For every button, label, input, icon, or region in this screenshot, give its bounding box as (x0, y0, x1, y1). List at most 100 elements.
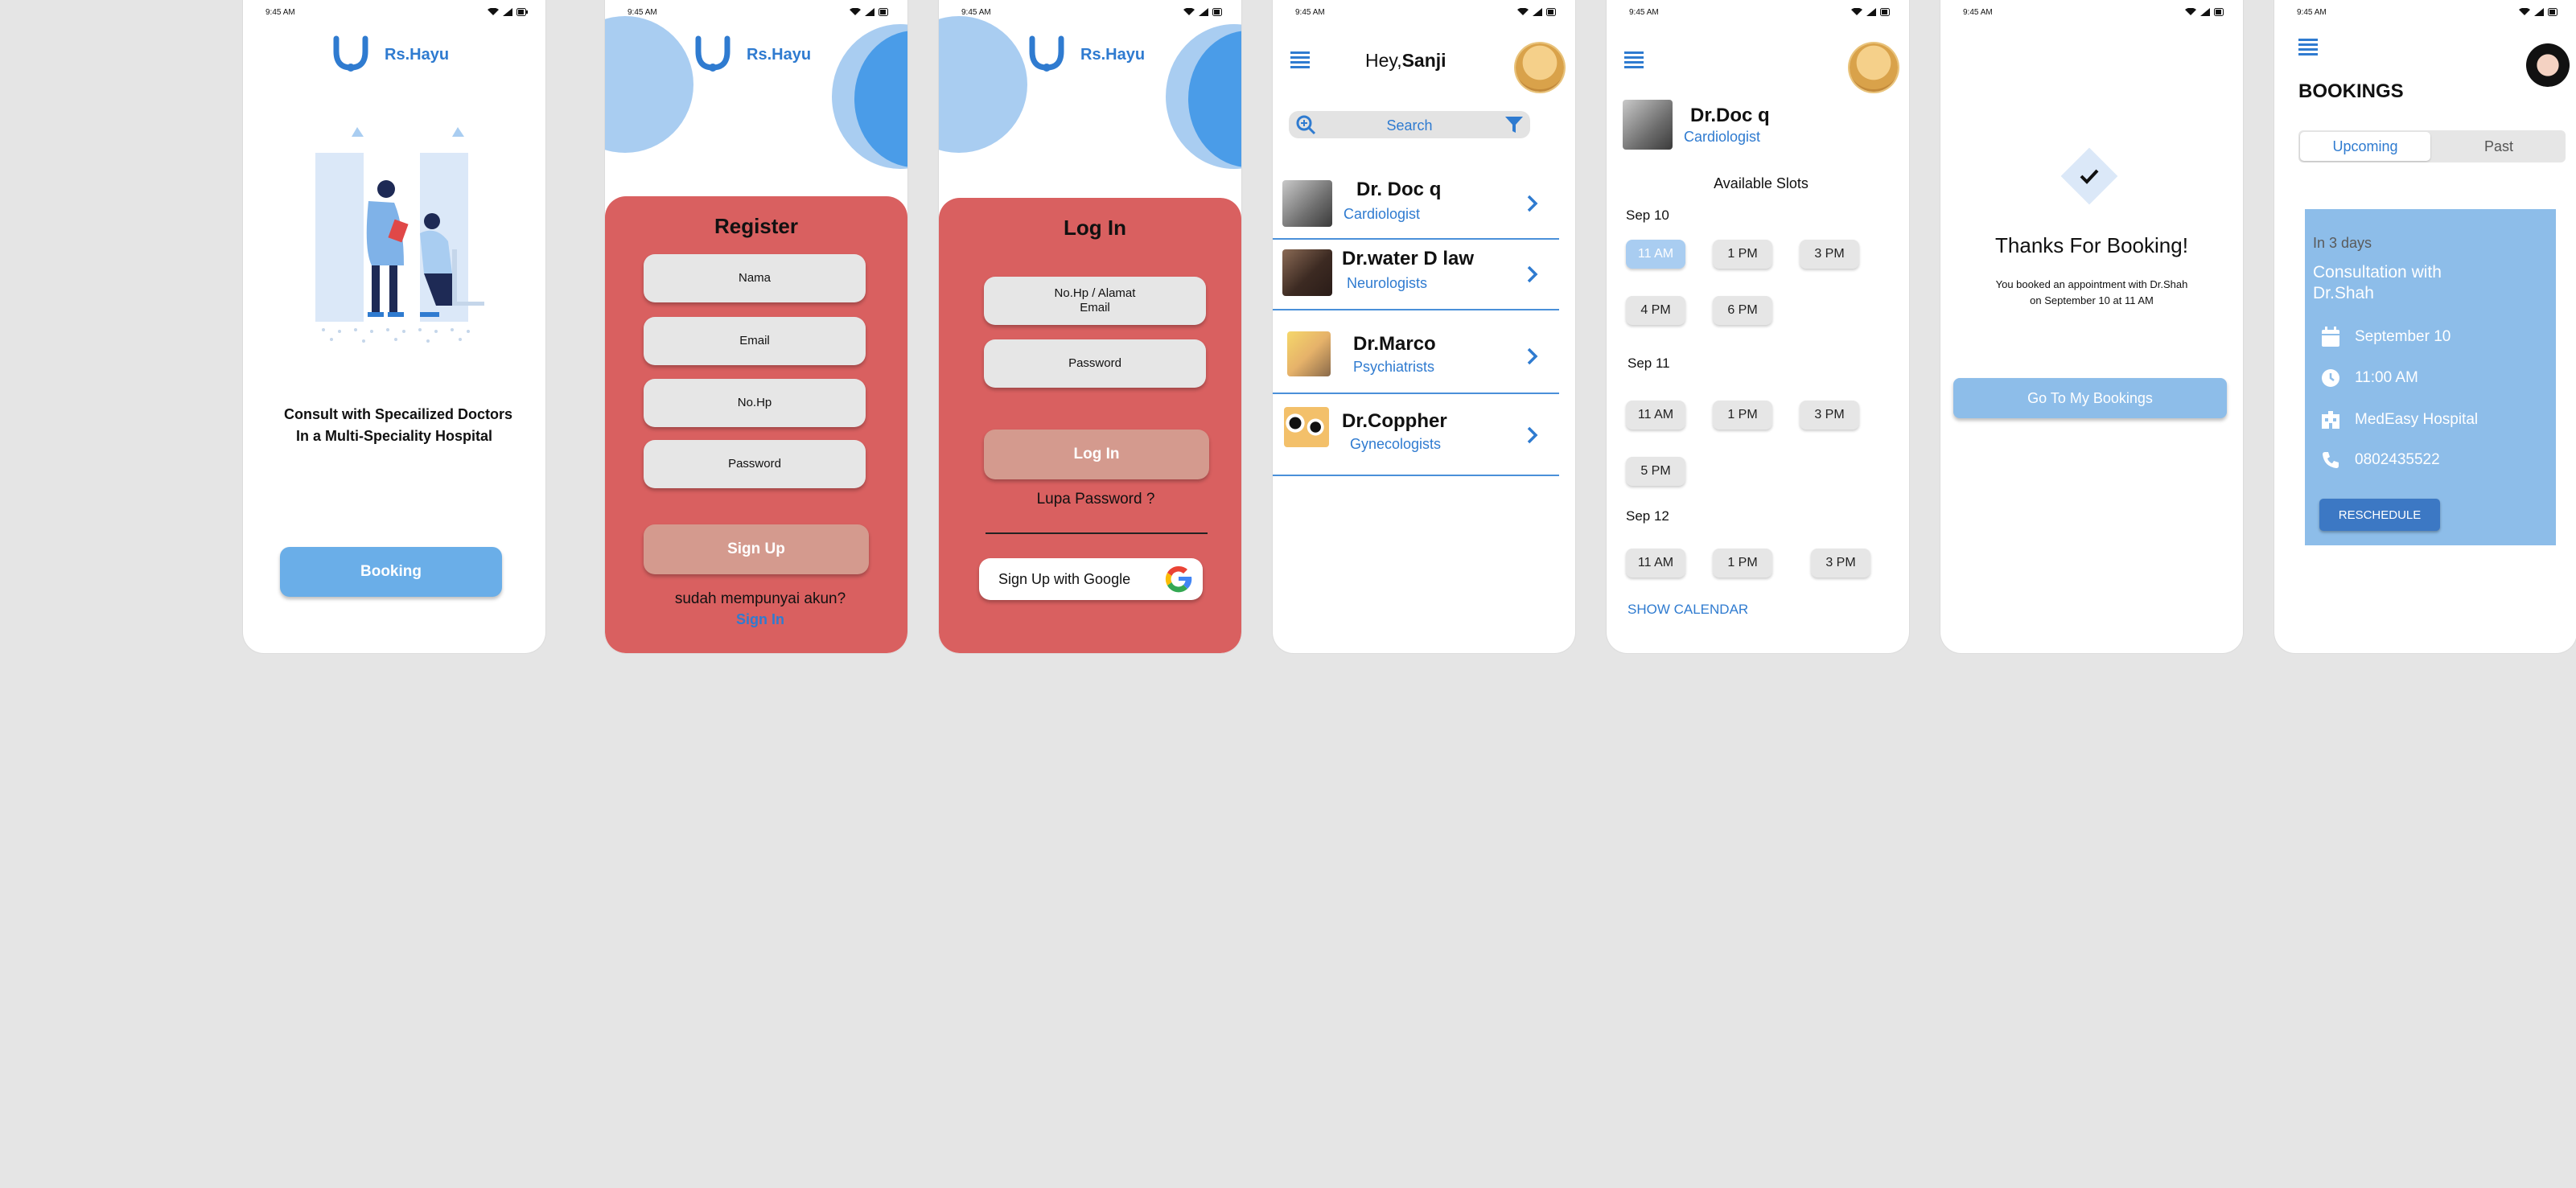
phone-field[interactable]: No.Hp (644, 379, 866, 427)
brand-name: Rs.Hayu (385, 45, 450, 64)
headline-line-1: Consult with Specailized Doctors (283, 406, 513, 422)
booking-phone: 0802435522 (2355, 451, 2440, 468)
tab-upcoming[interactable]: Upcoming (2300, 132, 2430, 161)
slot-pill[interactable]: 3 PM (1800, 401, 1859, 430)
booking-card: In 3 days Consultation with Dr.Shah Sept… (2305, 209, 2556, 545)
battery-icon (1212, 8, 1222, 16)
booking-hospital-row: MedEasy Hospital (2321, 410, 2478, 430)
success-badge (2060, 147, 2118, 205)
doctor-avatar (1623, 100, 1673, 150)
doctor-name: Dr.Doc q (1690, 105, 1770, 126)
chevron-right-icon[interactable] (1527, 195, 1538, 212)
menu-icon[interactable] (2298, 39, 2318, 56)
signal-icon (2534, 8, 2544, 16)
tab-past[interactable]: Past (2432, 132, 2566, 161)
thanks-screen: 9:45 AM Thanks For Booking! You booked a… (1940, 0, 2243, 653)
google-signup-button[interactable]: Sign Up with Google (979, 558, 1203, 600)
login-screen: 9:45 AM Rs.Hayu Log In No.Hp / Alamat Em… (939, 0, 1241, 653)
slot-pill[interactable]: 3 PM (1811, 549, 1870, 578)
phone-email-field[interactable]: No.Hp / Alamat Email (984, 277, 1206, 325)
slot-pill[interactable]: 4 PM (1626, 296, 1685, 325)
booking-consultation: Consultation with Dr.Shah (2313, 262, 2442, 304)
status-time: 9:45 AM (628, 8, 657, 17)
password-field[interactable]: Password (644, 440, 866, 488)
slot-pill[interactable]: 1 PM (1713, 240, 1772, 269)
menu-icon[interactable] (1624, 51, 1644, 69)
signup-button[interactable]: Sign Up (644, 524, 869, 574)
email-field[interactable]: Email (644, 317, 866, 365)
slot-pill[interactable]: 1 PM (1713, 401, 1772, 430)
name-field[interactable]: Nama (644, 254, 866, 302)
slot-pill[interactable]: 3 PM (1800, 240, 1859, 269)
doctor-row-2[interactable]: Dr.water D law Neurologists (1273, 240, 1559, 310)
status-time: 9:45 AM (961, 8, 991, 17)
booking-hospital: MedEasy Hospital (2355, 411, 2479, 428)
stethoscope-icon (333, 35, 368, 72)
doctor-specialty: Cardiologist (1344, 206, 1421, 222)
filter-icon[interactable] (1504, 115, 1524, 134)
profile-avatar[interactable] (2524, 39, 2572, 87)
consultation-line-2: Dr.Shah (2313, 284, 2374, 302)
status-time: 9:45 AM (1963, 8, 1993, 17)
doctor-row-1[interactable]: Dr. Doc q Cardiologist (1273, 169, 1559, 240)
menu-icon[interactable] (1290, 51, 1310, 69)
stethoscope-icon (1029, 35, 1064, 72)
go-to-bookings-button[interactable]: Go To My Bookings (1953, 378, 2227, 418)
status-icons (2185, 8, 2225, 16)
show-calendar-link[interactable]: SHOW CALENDAR (1627, 602, 1748, 618)
booking-date: September 10 (2355, 328, 2451, 345)
decor-circle-left (939, 16, 1027, 153)
doctor-row-4[interactable]: Dr.Coppher Gynecologists (1273, 393, 1559, 476)
profile-avatar[interactable] (1850, 43, 1898, 92)
status-bar: 9:45 AM (1963, 8, 2225, 19)
status-bar: 9:45 AM (628, 8, 890, 19)
google-icon (1165, 565, 1192, 593)
doctor-specialty: Cardiologist (1684, 129, 1761, 145)
brand-logo: Rs.Hayu (1027, 35, 1145, 74)
password-field[interactable]: Password (984, 339, 1206, 388)
chevron-right-icon[interactable] (1527, 265, 1538, 283)
bookings-screen: 9:45 AM BOOKINGS Upcoming Past In 3 days… (2274, 0, 2576, 653)
login-panel: Log In No.Hp / Alamat Email Password Log… (939, 198, 1241, 653)
slot-pill[interactable]: 11 AM (1626, 401, 1685, 430)
status-bar: 9:45 AM (1629, 8, 1891, 19)
welcome-headline: Consult with Specailized Doctors In a Mu… (243, 404, 545, 447)
reschedule-button[interactable]: RESCHEDULE (2319, 499, 2440, 531)
login-title: Log In (1064, 216, 1126, 240)
booking-eta: In 3 days (2313, 235, 2372, 251)
slot-pill[interactable]: 1 PM (1713, 549, 1772, 578)
thanks-message: You booked an appointment with Dr.Shah o… (1940, 277, 2243, 309)
status-time: 9:45 AM (265, 8, 295, 17)
booking-button[interactable]: Booking (280, 547, 502, 597)
battery-icon (2214, 8, 2224, 16)
slot-pill-selected[interactable]: 11 AM (1626, 240, 1685, 269)
clock-icon (2322, 369, 2339, 387)
chevron-right-icon[interactable] (1527, 426, 1538, 444)
battery-icon (879, 8, 888, 16)
brand-name: Rs.Hayu (747, 45, 812, 64)
doctor-name: Dr.Coppher (1342, 410, 1447, 432)
doctor-name: Dr. Doc q (1356, 179, 1442, 200)
slot-pill[interactable]: 11 AM (1626, 549, 1685, 578)
slot-pill[interactable]: 6 PM (1713, 296, 1772, 325)
bookings-tabs: Upcoming Past (2298, 130, 2566, 162)
status-bar: 9:45 AM (1295, 8, 1558, 19)
register-screen: 9:45 AM Rs.Hayu Register Nama Email No.H… (605, 0, 907, 653)
slot-pill[interactable]: 5 PM (1626, 457, 1685, 486)
thanks-title: Thanks For Booking! (1995, 233, 2188, 257)
profile-avatar[interactable] (1516, 43, 1564, 92)
status-time: 9:45 AM (1295, 8, 1325, 17)
wifi-icon (2519, 8, 2530, 15)
signin-link[interactable]: Sign In (605, 611, 907, 628)
doctor-specialty: Gynecologists (1350, 436, 1442, 452)
forgot-password-link[interactable]: Lupa Password ? (939, 491, 1241, 508)
login-button[interactable]: Log In (984, 430, 1209, 479)
welcome-screen: 9:45 AM Rs.Hayu Consult with Specailized… (243, 0, 545, 653)
booking-date-row: September 10 (2321, 327, 2450, 347)
wifi-icon (488, 8, 499, 15)
greeting-name: Sanji (1401, 50, 1446, 71)
search-bar[interactable]: Search (1289, 111, 1530, 138)
phone-email-line-1: No.Hp / Alamat (1054, 286, 1136, 300)
chevron-right-icon[interactable] (1527, 347, 1538, 365)
doctor-row-3[interactable]: Dr.Marco Psychiatrists (1273, 315, 1559, 394)
